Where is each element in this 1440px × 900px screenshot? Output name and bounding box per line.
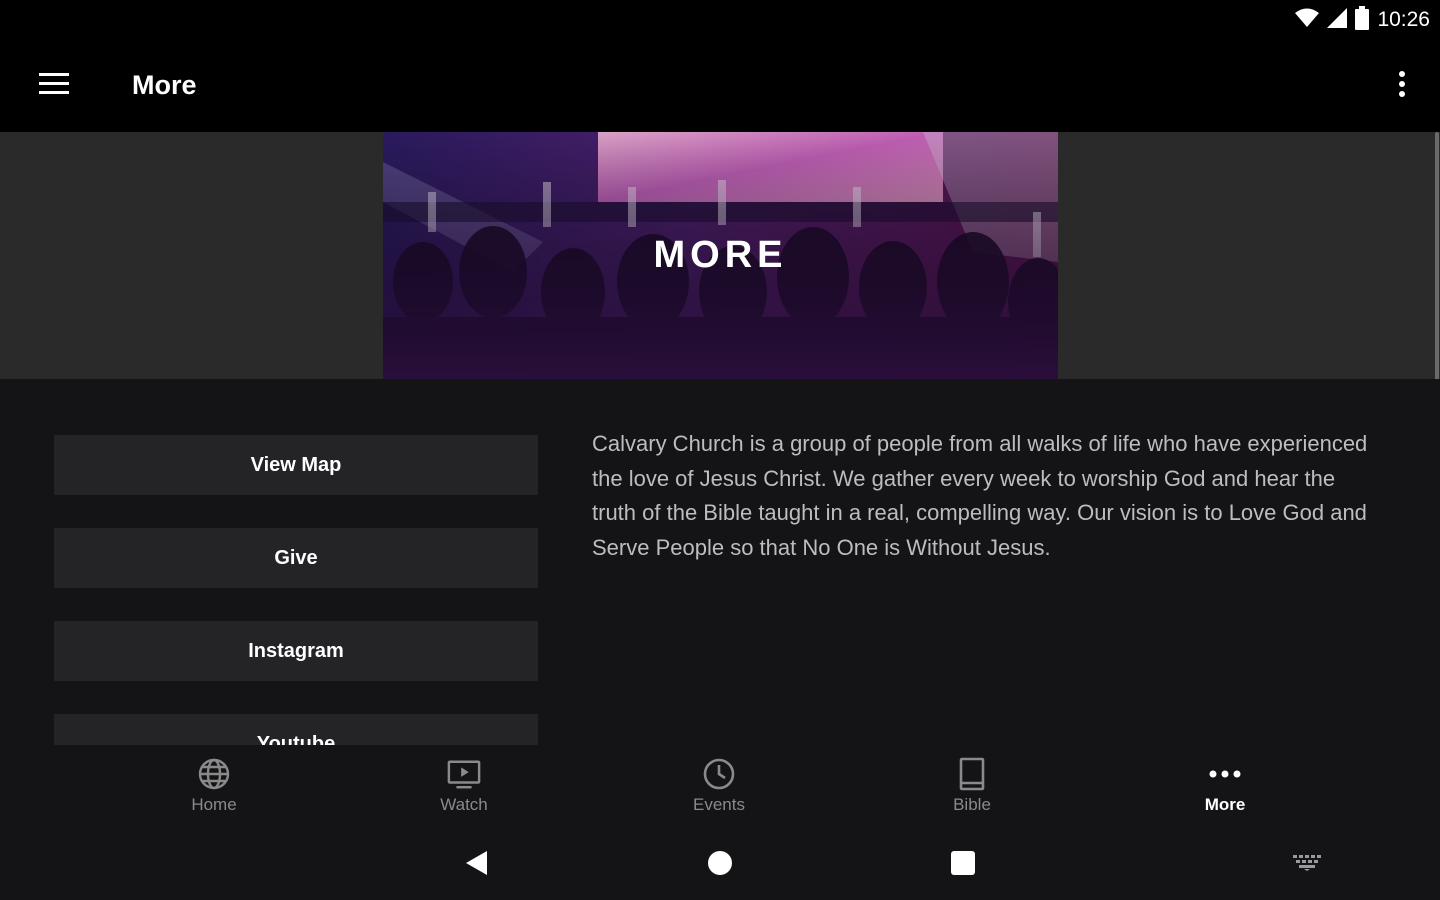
view-map-button[interactable]: View Map — [54, 435, 538, 495]
system-back-button[interactable] — [459, 848, 493, 882]
youtube-button[interactable]: Youtube — [54, 714, 538, 745]
hamburger-menu-icon — [39, 72, 69, 100]
status-time: 10:26 — [1377, 8, 1430, 31]
nav-more-label: More — [1204, 795, 1246, 814]
battery-icon — [1355, 5, 1370, 35]
banner-area: MORE — [0, 132, 1440, 379]
system-keyboard-button[interactable] — [1290, 848, 1324, 882]
give-button[interactable]: Give — [54, 528, 538, 588]
overflow-menu-button[interactable] — [1392, 66, 1412, 106]
instagram-button[interactable]: Instagram — [54, 621, 538, 681]
back-icon — [463, 849, 489, 882]
status-bar: 10:26 — [0, 0, 1440, 40]
clock-icon — [702, 757, 736, 791]
globe-icon — [197, 757, 231, 791]
banner-title: MORE — [653, 234, 788, 276]
nav-more[interactable]: More — [1165, 757, 1285, 823]
link-button-list: View Map Give Instagram Youtube — [54, 435, 538, 745]
nav-bible[interactable]: Bible — [912, 757, 1032, 823]
banner-image: MORE — [383, 132, 1058, 379]
nav-watch-label: Watch — [440, 795, 488, 814]
system-navigation-bar — [0, 830, 1440, 900]
nav-home-label: Home — [191, 795, 237, 814]
status-icons: 10:26 — [1295, 5, 1430, 35]
nav-events[interactable]: Events — [659, 757, 779, 823]
signal-icon — [1327, 7, 1348, 33]
nav-watch[interactable]: Watch — [404, 757, 524, 823]
more-horiz-icon — [1208, 757, 1242, 791]
recents-icon — [950, 850, 976, 881]
more-vert-icon — [1399, 70, 1405, 102]
nav-events-label: Events — [693, 795, 745, 814]
church-description: Calvary Church is a group of people from… — [592, 431, 1368, 560]
menu-button[interactable] — [34, 66, 74, 106]
system-recents-button[interactable] — [946, 848, 980, 882]
nav-bible-label: Bible — [953, 795, 991, 814]
page-title: More — [132, 70, 197, 100]
tv-icon — [447, 757, 481, 791]
nav-home[interactable]: Home — [154, 757, 274, 823]
bottom-navigation: Home Watch Events Bible More — [0, 745, 1440, 830]
home-icon — [707, 850, 733, 881]
system-home-button[interactable] — [703, 848, 737, 882]
keyboard-icon — [1293, 854, 1321, 876]
main-content: View Map Give Instagram Youtube Calvary … — [0, 379, 1440, 745]
app-bar: More — [0, 40, 1440, 132]
book-icon — [955, 757, 989, 791]
wifi-icon — [1295, 8, 1320, 33]
